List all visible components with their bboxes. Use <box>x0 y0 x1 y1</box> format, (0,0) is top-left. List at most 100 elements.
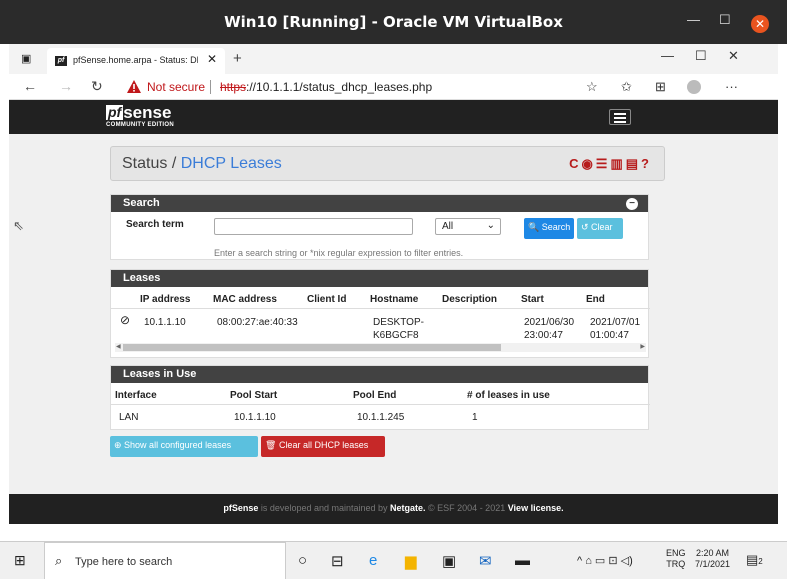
breadcrumb-page[interactable]: DHCP Leases <box>181 155 282 172</box>
mouse-cursor-icon: ⇖ <box>13 218 24 233</box>
horizontal-scrollbar[interactable]: ◀ ▶ <box>115 343 646 352</box>
url-field[interactable]: Not secure https://10.1.1.1/status_dhcp_… <box>121 76 561 97</box>
tab-strip: ▣ pf pfSense.home.arpa - Status: DHC ✕ +… <box>9 44 778 74</box>
browser-close-icon[interactable]: ✕ <box>728 48 739 64</box>
scrollbar-thumb[interactable] <box>123 344 501 351</box>
profile-avatar[interactable] <box>687 80 701 94</box>
search-input[interactable] <box>214 218 413 235</box>
address-bar-row: ← → ↻ Not secure https://10.1.1.1/status… <box>9 74 778 100</box>
stop-service-icon[interactable]: ◉ <box>581 156 595 171</box>
edge-browser-icon[interactable]: e <box>369 552 377 569</box>
lease-end-time: 01:00:47 <box>590 330 629 341</box>
mail-icon[interactable]: ✉ <box>479 552 492 570</box>
taskbar: ⊞ ⌕ Type here to search ○ ⊟ e ▆ ▣ ✉ ▬ ^ … <box>0 541 787 579</box>
scroll-left-icon[interactable]: ◀ <box>116 343 121 352</box>
pool-lease-count: 1 <box>472 412 478 423</box>
clear-button-label: Clear <box>591 222 613 232</box>
warning-icon <box>127 80 141 93</box>
col-pool-start: Pool Start <box>230 390 278 401</box>
notifications-icon[interactable]: ▤2 <box>746 552 763 568</box>
url-scheme: https <box>220 80 247 94</box>
maximize-icon[interactable]: ☐ <box>719 12 731 28</box>
restart-service-icon[interactable]: C <box>569 156 581 171</box>
terminal-icon[interactable]: ▬ <box>515 552 530 569</box>
new-tab-icon[interactable]: + <box>233 50 242 67</box>
browser-minimize-icon[interactable]: — <box>661 48 674 63</box>
collapse-icon[interactable]: − <box>626 198 638 210</box>
log-icon[interactable]: ▤ <box>626 156 641 171</box>
page-content: Status / DHCP Leases C◉☰▥▤? Search − Sear… <box>9 134 778 494</box>
pfsense-favicon: pf <box>55 56 67 66</box>
search-panel-title: Search <box>123 197 160 209</box>
divider <box>210 80 211 94</box>
language-indicator[interactable]: ENG TRQ <box>666 548 686 570</box>
leases-in-use-header: Leases in Use <box>111 366 648 383</box>
minimize-icon[interactable]: — <box>687 12 700 27</box>
breadcrumb: Status / DHCP Leases C◉☰▥▤? <box>110 146 665 181</box>
chevron-down-icon: ⌄ <box>486 220 495 231</box>
hamburger-menu-icon[interactable] <box>609 109 631 125</box>
clock[interactable]: 2:20 AM 7/1/2021 <box>695 548 730 570</box>
online-status-icon: ⊘ <box>120 313 131 327</box>
tab-close-icon[interactable]: ✕ <box>207 52 217 66</box>
clock-date: 7/1/2021 <box>695 559 731 569</box>
tab-actions-icon[interactable]: ▣ <box>21 52 31 65</box>
notification-count: 2 <box>758 557 763 566</box>
lease-mac: 08:00:27:ae:40:33 <box>217 317 298 328</box>
url-path: ://10.1.1.1/status_dhcp_leases.php <box>246 80 433 94</box>
forward-icon[interactable]: → <box>59 78 73 94</box>
task-view-icon[interactable]: ⊟ <box>331 552 344 570</box>
collections-icon[interactable]: ⊞ <box>655 79 666 95</box>
browser-tab[interactable]: pf pfSense.home.arpa - Status: DHC ✕ <box>47 48 225 74</box>
browser-maximize-icon[interactable]: ☐ <box>695 48 707 64</box>
lease-start-time: 23:00:47 <box>524 330 563 341</box>
divider <box>111 308 650 309</box>
search-term-label: Search term <box>126 219 184 230</box>
clock-time: 2:20 AM <box>696 548 730 558</box>
footer-text: is developed and maintained by <box>258 503 391 513</box>
graph-icon[interactable]: ▥ <box>610 156 625 171</box>
license-link[interactable]: View license. <box>508 503 564 513</box>
settings-sliders-icon[interactable]: ☰ <box>596 156 611 171</box>
vm-window-titlebar: Win10 [Running] - Oracle VM VirtualBox —… <box>0 0 787 44</box>
store-icon[interactable]: ▣ <box>442 552 456 570</box>
windows-start-icon[interactable]: ⊞ <box>14 552 26 569</box>
favorite-star-icon[interactable]: ☆ <box>586 79 598 95</box>
clear-button[interactable]: ↺ Clear <box>577 218 623 239</box>
lease-hostname-line2: K6BGCF8 <box>373 330 419 341</box>
breadcrumb-status[interactable]: Status <box>122 155 167 172</box>
refresh-icon[interactable]: ↻ <box>91 78 103 95</box>
cortana-icon[interactable]: ○ <box>298 552 307 569</box>
page-title: Status / DHCP Leases <box>122 155 282 173</box>
leases-panel: Leases IP address MAC address Client Id … <box>110 269 650 358</box>
show-all-leases-button[interactable]: ⊕ Show all configured leases <box>110 436 258 457</box>
search-button[interactable]: 🔍 Search <box>524 218 574 239</box>
favorites-icon[interactable]: ✩ <box>621 79 632 95</box>
clear-all-leases-button[interactable]: 🗑 Clear all DHCP leases <box>261 436 385 457</box>
col-ip-address: IP address <box>140 294 191 305</box>
taskbar-search-placeholder: Type here to search <box>75 556 173 568</box>
leases-in-use-title: Leases in Use <box>123 368 197 380</box>
back-icon[interactable]: ← <box>23 78 37 94</box>
logo-sense: sense <box>123 103 172 122</box>
col-hostname: Hostname <box>370 294 419 305</box>
search-help-text: Enter a search string or *nix regular ex… <box>214 248 464 258</box>
col-lease-count: # of leases in use <box>467 390 550 401</box>
tab-title: pfSense.home.arpa - Status: DHC <box>73 55 198 65</box>
close-icon[interactable]: ✕ <box>751 15 769 33</box>
col-end: End <box>586 294 605 305</box>
pfsense-logo[interactable]: pf sense COMMUNITY EDITION <box>106 103 174 128</box>
search-scope-select[interactable]: All ⌄ <box>435 218 501 235</box>
more-menu-icon[interactable]: ··· <box>725 79 738 94</box>
taskbar-search[interactable]: ⌕ Type here to search <box>44 542 286 579</box>
col-interface: Interface <box>115 390 157 401</box>
file-explorer-icon[interactable]: ▆ <box>405 552 417 570</box>
help-icon[interactable]: ? <box>641 156 652 171</box>
logo-subtitle: COMMUNITY EDITION <box>106 122 174 128</box>
lease-end-date: 2021/07/01 <box>590 317 641 328</box>
netgate-link[interactable]: Netgate. <box>390 503 426 513</box>
col-mac-address: MAC address <box>213 294 277 305</box>
scroll-right-icon[interactable]: ▶ <box>640 343 645 352</box>
logo-pf: pf <box>106 104 124 120</box>
system-tray-icons[interactable]: ^ ⌂ ▭ ⊡ ◁) <box>577 554 633 567</box>
